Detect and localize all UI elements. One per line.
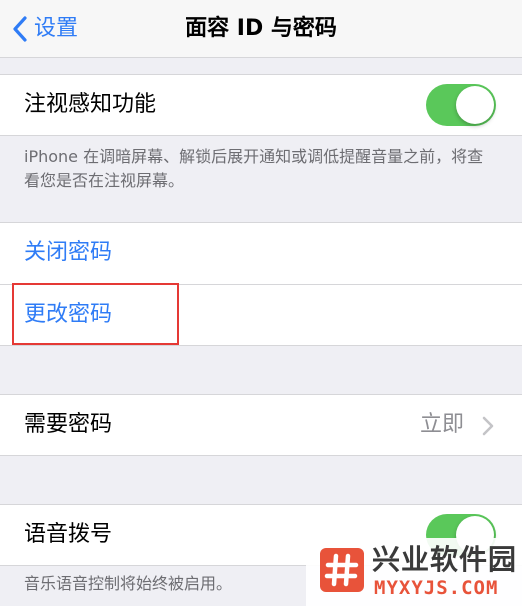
attention-toggle[interactable] (426, 84, 496, 126)
turn-off-passcode-row[interactable]: 关闭密码 (0, 223, 522, 283)
hash-logo-icon (320, 548, 364, 592)
watermark-title: 兴业软件园 (372, 543, 518, 576)
require-passcode-row[interactable]: 需要密码 立即 (0, 395, 522, 455)
page-title: 面容 ID 与密码 (185, 16, 337, 41)
toggle-knob (456, 86, 494, 124)
require-passcode-value: 立即 (419, 412, 464, 437)
attention-footnote: iPhone 在调暗屏幕、解锁后展开通知或调低提醒音量之前，将查看您是否在注视屏… (24, 147, 484, 190)
require-passcode-group: 需要密码 立即 (0, 394, 522, 456)
turn-off-passcode-label: 关闭密码 (24, 240, 113, 265)
watermark: 兴业软件园 MYXYJS.COM (306, 538, 522, 606)
attention-label: 注视感知功能 (24, 92, 157, 117)
require-passcode-label: 需要密码 (24, 412, 113, 437)
chevron-right-icon (482, 416, 494, 436)
attention-row: 注视感知功能 (0, 75, 522, 135)
watermark-subtitle: MYXYJS.COM (374, 577, 499, 599)
navigation-bar: 设置 面容 ID 与密码 (0, 0, 522, 58)
attention-group: 注视感知功能 (0, 74, 522, 136)
voice-dial-label: 语音拨号 (24, 522, 113, 547)
highlight-box (12, 283, 179, 345)
